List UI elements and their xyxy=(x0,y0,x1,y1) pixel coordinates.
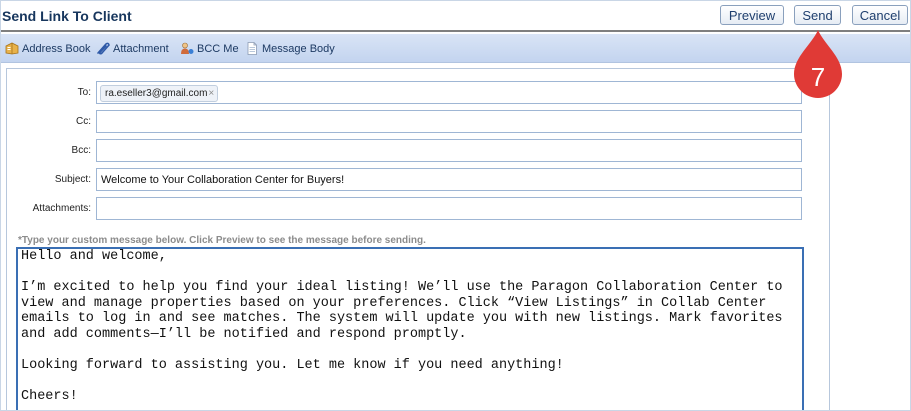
email-form: To: ra.eseller3@gmail.com× Cc: Bcc: Subj… xyxy=(6,68,830,410)
recipient-token-text: ra.eseller3@gmail.com xyxy=(105,88,208,99)
attachments-label: Attachments: xyxy=(32,203,91,214)
step-marker: 7 xyxy=(791,27,845,102)
document-icon xyxy=(245,42,259,55)
attachments-field[interactable] xyxy=(96,197,802,220)
bcc-me-button[interactable]: BCC Me xyxy=(180,42,239,55)
bcc-label: Bcc: xyxy=(71,145,91,156)
address-book-button[interactable]: Address Book xyxy=(5,42,90,55)
send-button[interactable]: Send xyxy=(794,5,841,25)
recipient-token[interactable]: ra.eseller3@gmail.com× xyxy=(100,85,219,102)
step-number: 7 xyxy=(811,62,825,92)
address-book-icon xyxy=(5,42,19,55)
address-book-label: Address Book xyxy=(22,42,91,55)
attachment-button[interactable]: Attachment xyxy=(96,42,169,55)
message-body-textarea[interactable]: Hello and welcome, I’m excited to help y… xyxy=(16,247,804,410)
message-body-label: Message Body xyxy=(262,42,335,55)
cc-field[interactable] xyxy=(96,110,802,133)
to-field[interactable]: ra.eseller3@gmail.com× xyxy=(96,81,802,104)
dialog-title: Send Link To Client xyxy=(2,8,132,24)
attachment-label: Attachment xyxy=(113,42,169,55)
cancel-button[interactable]: Cancel xyxy=(852,5,908,25)
send-link-dialog: Send Link To Client Preview Send Cancel … xyxy=(0,0,911,411)
cc-label: Cc: xyxy=(76,116,91,127)
email-toolbar: Address Book Attachment BCC Me Message B… xyxy=(1,34,910,63)
paperclip-icon xyxy=(96,42,110,55)
message-body-button[interactable]: Message Body xyxy=(245,42,335,55)
preview-button[interactable]: Preview xyxy=(720,5,784,25)
to-label: To: xyxy=(77,87,91,98)
remove-recipient-icon[interactable]: × xyxy=(208,88,214,99)
bcc-me-label: BCC Me xyxy=(197,42,239,55)
subject-field[interactable] xyxy=(96,168,802,191)
bcc-person-icon xyxy=(180,42,194,55)
dialog-header: Send Link To Client Preview Send Cancel xyxy=(1,1,910,32)
subject-label: Subject: xyxy=(54,174,91,185)
step-droplet-icon: 7 xyxy=(794,30,842,98)
bcc-field[interactable] xyxy=(96,139,802,162)
message-instruction: *Type your custom message below. Click P… xyxy=(18,235,426,246)
